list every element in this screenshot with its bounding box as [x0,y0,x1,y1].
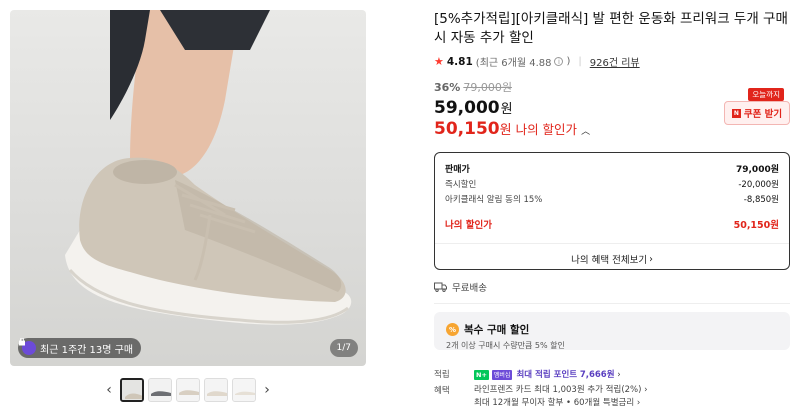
chevron-right-icon: › [649,253,653,265]
thumbnail-strip: ‹ › [102,376,274,404]
thumbnail-1[interactable] [120,378,144,402]
breakdown-value: -8,850원 [743,194,779,205]
breakdown-value: 79,000원 [735,165,779,175]
installment-benefit-text: 최대 12개월 무이자 할부 • 60개월 특별금리 [474,398,635,408]
sale-price: 59,000 [434,98,500,118]
prev-thumb-arrow-icon[interactable]: ‹ [102,376,116,404]
breakdown-label: 판매가 [445,165,470,175]
recent-buyers-text: 최근 1주간 13명 구매 [40,344,134,356]
product-info: [5%추가적립][아키클래식] 발 편한 운동화 프리워크 두개 구매시 자동 … [434,10,790,414]
info-icon[interactable]: i [554,57,564,66]
my-discount-label: 나의 할인가 [515,122,578,137]
product-title: [5%추가적립][아키클래식] 발 편한 운동화 프리워크 두개 구매시 자동 … [434,11,788,46]
multi-purchase-discount-box: % 복수 구매 할인 2개 이상 구매시 수량만큼 5% 할인 [434,312,790,350]
truck-icon [434,282,447,292]
points-label: 적립 [434,370,450,380]
breakdown-total-label: 나의 할인가 [445,219,493,231]
view-all-benefits-link[interactable]: 나의 혜택 전체보기 › [445,244,779,274]
thumbnail-3[interactable] [176,378,200,402]
multi-discount-title: 복수 구매 할인 [464,324,530,336]
rating-row: ★ 4.81 (최근 6개월 4.88 i ) | 926건 리뷰 [434,54,790,69]
breakdown-label: 즉시할인 [445,179,477,190]
points-row: 적립 N+ 멤버십 최대 적립 포인트 7,666원 › [434,368,790,380]
price-block: 36% 79,000원 59,000 원 50,150원 나의 할인가 ︿ 오늘… [434,79,790,139]
breakdown-total-value: 50,150원 [733,219,779,231]
main-product-image[interactable]: 최근 1주간 13명 구매 1/7 [10,10,366,366]
bag-icon [19,338,36,355]
price-breakdown-box: 판매가 79,000원 즉시할인 -20,000원 아키클래식 알림 동의 15… [434,152,790,270]
next-thumb-arrow-icon[interactable]: › [260,376,274,404]
percent-icon: % [446,323,459,336]
breakdown-row: 아키클래식 알림 동의 15% -8,850원 [445,191,779,206]
thumbnail-5[interactable] [232,378,256,402]
benefit-label: 혜택 [434,386,450,396]
rating-score: 4.81 [446,55,473,68]
chevron-right-icon: › [617,370,621,380]
divider [434,303,790,304]
shipping-text: 무료배송 [452,283,487,294]
thumbnail-4[interactable] [204,378,228,402]
image-page-indicator: 1/7 [329,339,358,357]
benefits-section: 적립 N+ 멤버십 최대 적립 포인트 7,666원 › 혜택 라인프렌즈 카드 최… [434,368,790,410]
my-price-unit: 원 [499,123,512,138]
thumbnail-2[interactable] [148,378,172,402]
points-link[interactable]: N+ 멤버십 최대 적립 포인트 7,666원 › [474,368,621,380]
view-all-benefits-label: 나의 혜택 전체보기 [571,255,648,266]
coupon-area: 오늘까지 N 쿠폰 받기 [724,88,790,125]
product-gallery: 최근 1주간 13명 구매 1/7 ‹ › [0,0,400,420]
rating-detail-close: ) [566,56,571,67]
max-points-text: 최대 적립 포인트 [516,370,578,380]
coupon-button-label: 쿠폰 받기 [743,109,783,120]
max-points-value: 7,666원 [579,370,615,380]
divider: | [578,56,582,67]
breakdown-value: -20,000원 [738,179,779,190]
chevron-up-icon: ︿ [581,127,591,137]
n-coupon-icon: N [731,108,741,118]
multi-discount-subtitle: 2개 이상 구매시 수량만큼 5% 할인 [446,341,565,350]
recent-buyers-badge: 최근 1주간 13명 구매 [18,338,142,358]
coupon-download-button[interactable]: N 쿠폰 받기 [724,101,790,125]
rating-detail: (최근 6개월 4.88 [475,58,552,69]
chevron-right-icon: › [636,398,641,408]
card-benefit-row: 혜택 라인프렌즈 카드 최대 1,003원 추가 적립(2%) › 최대 12개… [434,384,790,410]
original-price: 79,000원 [463,81,512,94]
discount-rate: 36% [434,81,461,94]
shoe-image [65,10,352,325]
shipping-row: 무료배송 [434,280,790,294]
star-icon: ★ [434,55,444,68]
breakdown-total-row: 나의 할인가 50,150원 [445,216,779,231]
chevron-right-icon: › [644,385,648,395]
sale-price-unit: 원 [500,102,513,117]
installment-benefit-link[interactable]: 최대 12개월 무이자 할부 • 60개월 특별금리 › [474,397,648,410]
coupon-deadline-badge: 오늘까지 [748,88,784,101]
breakdown-row: 판매가 79,000원 [445,161,779,176]
card-benefit-link[interactable]: 라인프렌즈 카드 최대 1,003원 추가 적립(2%) › [474,384,648,397]
membership-badge: 멤버십 [491,369,513,380]
breakdown-label: 아키클래식 알림 동의 15% [445,194,543,205]
npay-plus-badge: N+ [474,370,489,380]
review-link[interactable]: 926건 리뷰 [590,54,640,69]
my-discount-price: 50,150 [434,119,500,139]
breakdown-row: 즉시할인 -20,000원 [445,176,779,191]
card-benefit-text: 라인프렌즈 카드 최대 1,003원 추가 적립(2%) [474,385,642,395]
